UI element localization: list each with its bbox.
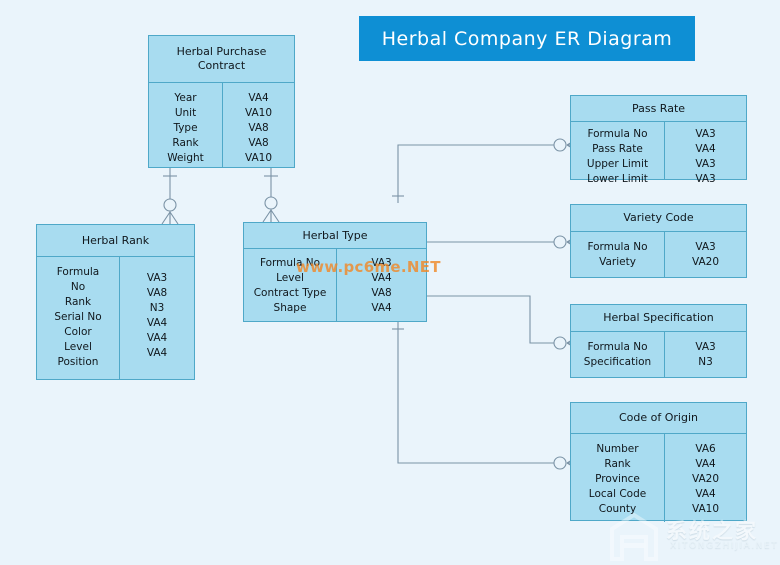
entity-herbal-specification[interactable]: Herbal Specification Formula No Specific… <box>570 304 747 378</box>
field-names-herbal-type: Formula No Level Contract Type Shape <box>244 249 337 322</box>
entity-variety-code[interactable]: Variety Code Formula No Variety VA3 VA20 <box>570 204 747 278</box>
entity-herbal-type[interactable]: Herbal Type Formula No Level Contract Ty… <box>243 222 427 322</box>
entity-herbal-rank[interactable]: Herbal Rank Formula No Rank Serial No Co… <box>36 224 195 380</box>
entity-body-herbal-type: Formula No Level Contract Type Shape VA3… <box>244 249 426 322</box>
entity-title-pass-rate: Pass Rate <box>571 96 746 122</box>
entity-title-herbal-type: Herbal Type <box>244 223 426 249</box>
connector-type-to-code-of-origin <box>392 322 580 471</box>
entity-body-variety-code: Formula No Variety VA3 VA20 <box>571 232 746 278</box>
entity-title-code-of-origin: Code of Origin <box>571 403 746 434</box>
er-diagram-canvas: Herbal Company ER Diagram Herbal Purchas… <box>0 0 780 563</box>
connector-contract-to-type <box>262 168 280 223</box>
entity-body-code-of-origin: Number Rank Province Local Code County V… <box>571 434 746 522</box>
field-types-code-of-origin: VA6 VA4 VA20 VA4 VA10 <box>691 443 720 515</box>
connector-contract-to-rank <box>161 168 179 225</box>
entity-body-pass-rate: Formula No Pass Rate Upper Limit Lower L… <box>571 122 746 185</box>
field-types-herbal-specification: VA3 N3 <box>695 341 716 368</box>
entity-title-herbal-purchase-contract: Herbal Purchase Contract <box>149 36 294 83</box>
field-types-herbal-rank: VA3 VA8 N3 VA4 VA4 VA4 <box>146 272 168 359</box>
field-types-herbal-purchase-contract: VA4 VA10 VA8 VA8 VA10 <box>244 92 273 164</box>
entity-code-of-origin[interactable]: Code of Origin Number Rank Province Loca… <box>570 402 747 522</box>
entity-body-herbal-rank: Formula No Rank Serial No Color Level Po… <box>37 257 194 380</box>
field-names-herbal-purchase-contract: Year Unit Type Rank Weight <box>149 83 223 168</box>
entity-title-herbal-rank: Herbal Rank <box>37 225 194 257</box>
entity-body-herbal-purchase-contract: Year Unit Type Rank Weight VA4 VA10 VA8 … <box>149 83 294 168</box>
field-names-herbal-specification: Formula No Specification <box>571 332 665 378</box>
field-names-code-of-origin: Number Rank Province Local Code County <box>571 434 665 522</box>
entity-body-herbal-specification: Formula No Specification VA3 N3 <box>571 332 746 378</box>
connector-type-to-variety-code <box>420 234 580 250</box>
entity-title-herbal-specification: Herbal Specification <box>571 305 746 332</box>
entity-pass-rate[interactable]: Pass Rate Formula No Pass Rate Upper Lim… <box>570 95 747 185</box>
entity-herbal-purchase-contract[interactable]: Herbal Purchase Contract Year Unit Type … <box>148 35 295 168</box>
field-names-herbal-rank: Formula No Rank Serial No Color Level Po… <box>37 257 120 380</box>
field-names-variety-code: Formula No Variety <box>571 232 665 278</box>
field-types-herbal-type: VA3 VA4 VA8 VA4 <box>371 257 392 314</box>
diagram-title: Herbal Company ER Diagram <box>381 27 673 50</box>
connector-type-to-specification <box>420 290 580 351</box>
field-types-pass-rate: VA3 VA4 VA3 VA3 <box>695 128 716 185</box>
diagram-title-banner: Herbal Company ER Diagram <box>359 16 695 61</box>
field-names-pass-rate: Formula No Pass Rate Upper Limit Lower L… <box>571 122 665 185</box>
connector-type-to-pass-rate <box>392 137 580 203</box>
entity-title-variety-code: Variety Code <box>571 205 746 232</box>
field-types-variety-code: VA3 VA20 <box>691 241 720 268</box>
